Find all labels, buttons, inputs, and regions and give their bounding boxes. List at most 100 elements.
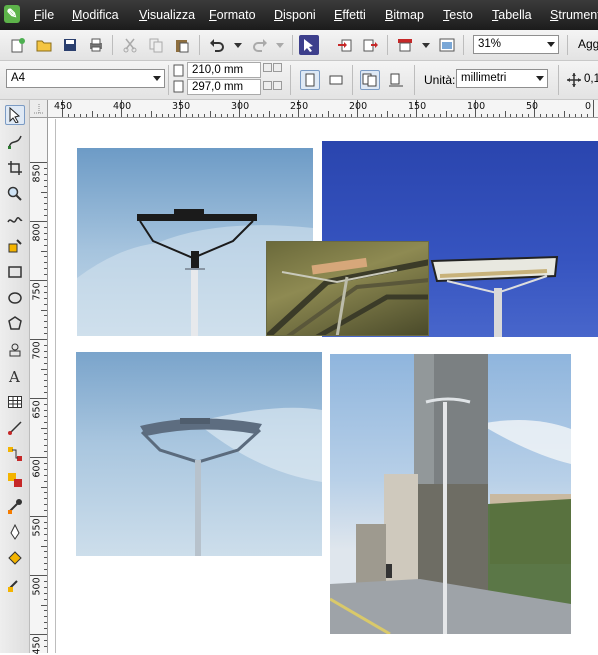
print-icon[interactable]	[86, 35, 106, 55]
ruler-tick	[215, 114, 217, 117]
basic-shapes-tool-icon[interactable]	[5, 340, 25, 360]
redo-icon[interactable]	[250, 35, 270, 55]
ruler-tick	[44, 392, 47, 394]
publish-dropdown-icon[interactable]	[416, 35, 436, 55]
menu-modifica[interactable]: Modifica	[72, 8, 119, 22]
ruler-tick	[362, 114, 364, 117]
ruler-tick	[44, 439, 47, 441]
menu-tabella[interactable]: Tabella	[492, 8, 532, 22]
page-size-combo[interactable]: A4	[6, 69, 165, 88]
ruler-tick	[44, 533, 47, 535]
ruler-tick	[44, 510, 47, 512]
all-pages-icon[interactable]	[360, 70, 380, 90]
fullscreen-icon[interactable]	[437, 35, 457, 55]
ruler-tick	[44, 592, 47, 594]
truncated-toolbar-label[interactable]: Agg	[578, 37, 598, 51]
table-tool-icon[interactable]	[5, 392, 25, 412]
ruler-tick	[44, 586, 47, 588]
vertical-ruler[interactable]: 850 800 750 700 650 600 550 500 450	[30, 118, 48, 655]
shape-tool-icon[interactable]	[5, 132, 25, 152]
ruler-label: 650	[31, 400, 43, 419]
undo-icon[interactable]	[207, 35, 227, 55]
ruler-tick	[44, 315, 47, 317]
photo-railway-tracks[interactable]	[266, 241, 429, 336]
width-spin-down[interactable]	[263, 63, 272, 72]
ruler-tick	[44, 350, 47, 352]
page-height-value: 297,0 mm	[192, 81, 244, 93]
page-width-field[interactable]: 210,0 mm	[187, 62, 261, 78]
units-combo[interactable]: millimetri	[456, 69, 548, 88]
dimension-tool-icon[interactable]	[5, 418, 25, 438]
ruler-tick	[303, 114, 305, 117]
ruler-tick	[41, 486, 47, 488]
freehand-tool-icon[interactable]	[5, 210, 25, 230]
page-height-field[interactable]: 297,0 mm	[187, 79, 261, 95]
menu-strumenti[interactable]: Strumenti	[550, 8, 598, 22]
width-spin-up[interactable]	[273, 63, 282, 72]
crop-tool-icon[interactable]	[5, 158, 25, 178]
svg-text:A: A	[8, 368, 20, 384]
menu-visualizza[interactable]: Visualizza	[139, 8, 195, 22]
smart-fill-tool-icon[interactable]	[5, 236, 25, 256]
zoom-combo[interactable]: 31%	[473, 35, 559, 54]
fill-tool-icon[interactable]	[5, 548, 25, 568]
ruler-label: 150	[408, 101, 427, 112]
open-icon[interactable]	[34, 35, 54, 55]
ruler-tick	[44, 557, 47, 559]
ruler-tick	[44, 173, 47, 175]
paste-icon[interactable]	[172, 35, 192, 55]
outline-pen-tool-icon[interactable]	[5, 522, 25, 542]
launcher-icon[interactable]	[299, 35, 319, 55]
ruler-tick	[44, 409, 47, 411]
eyedropper-tool-icon[interactable]	[5, 496, 25, 516]
portrait-icon[interactable]	[300, 70, 320, 90]
photo-streetlamp-blurred[interactable]	[76, 352, 322, 556]
menu-bitmap[interactable]: Bitmap	[385, 8, 424, 22]
height-spin-up[interactable]	[273, 81, 282, 90]
ruler-tick	[593, 100, 594, 117]
ruler-tick	[44, 527, 47, 529]
ruler-tick	[480, 114, 482, 117]
ruler-tick	[569, 114, 571, 117]
height-spin-down[interactable]	[263, 81, 272, 90]
ruler-tick	[286, 114, 288, 117]
ruler-label: 450	[31, 636, 43, 655]
polygon-tool-icon[interactable]	[5, 314, 25, 334]
copy-icon[interactable]	[146, 35, 166, 55]
interactive-blend-tool-icon[interactable]	[5, 470, 25, 490]
undo-dropdown-icon[interactable]	[228, 35, 248, 55]
zoom-tool-icon[interactable]	[5, 184, 25, 204]
text-tool-icon[interactable]: A	[5, 366, 25, 386]
horizontal-ruler[interactable]: 450 400 350 300 250 200 150 100 50 0	[30, 100, 598, 118]
menu-effetti[interactable]: Effetti	[334, 8, 366, 22]
interactive-fill-tool-icon[interactable]	[5, 574, 25, 594]
export-icon[interactable]	[361, 35, 381, 55]
ruler-tick	[44, 226, 47, 228]
menu-formato[interactable]: Formato	[209, 8, 256, 22]
menu-file[interactable]: File	[34, 8, 54, 22]
ruler-label: 400	[113, 101, 132, 112]
ruler-tick	[44, 474, 47, 476]
ruler-tick	[44, 521, 47, 523]
redo-dropdown-icon[interactable]	[270, 35, 290, 55]
menu-disponi[interactable]: Disponi	[274, 8, 316, 22]
ellipse-tool-icon[interactable]	[5, 288, 25, 308]
ruler-tick	[44, 327, 47, 329]
cut-icon[interactable]	[120, 35, 140, 55]
connector-tool-icon[interactable]	[5, 444, 25, 464]
current-page-icon[interactable]	[386, 70, 406, 90]
save-icon[interactable]	[60, 35, 80, 55]
new-document-icon[interactable]	[8, 35, 28, 55]
import-icon[interactable]	[335, 35, 355, 55]
pick-tool-icon[interactable]	[5, 105, 25, 125]
photo-station-chimney[interactable]	[330, 354, 571, 634]
ruler-tick	[41, 604, 47, 606]
landscape-icon[interactable]	[326, 70, 346, 90]
nudge-value[interactable]: 0,1	[584, 73, 598, 85]
publish-icon[interactable]	[395, 35, 415, 55]
ruler-origin[interactable]	[30, 100, 48, 118]
rectangle-tool-icon[interactable]	[5, 262, 25, 282]
menu-testo[interactable]: Testo	[443, 8, 473, 22]
ruler-tick	[44, 628, 47, 630]
app-logo-icon[interactable]: ✎	[4, 5, 20, 23]
